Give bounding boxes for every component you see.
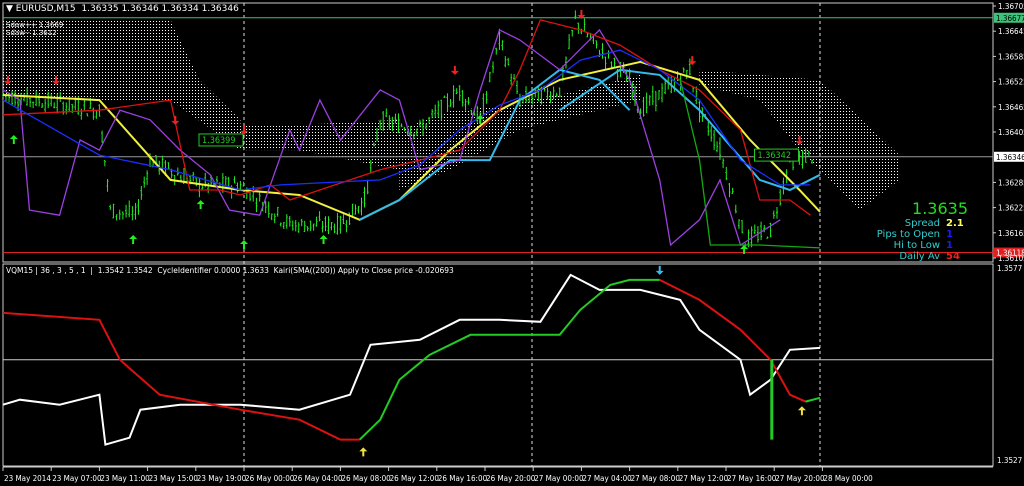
time-tick-label: 23 May 15:00 <box>149 474 199 483</box>
info-label: Pips to Open <box>876 229 940 240</box>
buy-arrow-icon <box>319 234 328 244</box>
time-tick-label: 23 May 11:00 <box>100 474 150 483</box>
price-tick-label: 1.36585 <box>998 52 1024 61</box>
time-tick-label: 27 May 00:00 <box>534 474 584 483</box>
info-label: Hi to Low <box>893 240 940 251</box>
price-tag: 1.36399 <box>202 136 235 146</box>
indicator-cycle-red-1 <box>2 311 360 441</box>
time-tick-label: 23 May 2014 <box>4 474 51 483</box>
price-tick-label: 1.36705 <box>998 2 1024 11</box>
time-tick-label: 23 May 19:00 <box>197 474 247 483</box>
indicator-up-arrow-icon <box>359 447 368 457</box>
indicator-cycle-red-2 <box>659 279 806 403</box>
time-tick-label: 26 May 16:00 <box>438 474 488 483</box>
indicator-tick-label: 1.3577 <box>997 264 1022 273</box>
price-tick-label: 1.36465 <box>998 103 1024 112</box>
time-tick-label: 26 May 08:00 <box>341 474 391 483</box>
time-tick-label: 26 May 00:00 <box>245 474 295 483</box>
buy-arrow-icon <box>240 239 248 249</box>
info-row: Spread 2.1 <box>877 218 968 229</box>
price-line-label: 1.36677 <box>996 14 1024 23</box>
indicator-down-arrow-icon <box>655 265 664 275</box>
price-tag: 1.36342 <box>758 151 791 161</box>
symbol: EURUSD,M15 <box>15 4 76 14</box>
time-tick-label: 26 May 12:00 <box>390 474 440 483</box>
time-tick-label: 27 May 08:00 <box>631 474 681 483</box>
time-tick-label: 27 May 04:00 <box>582 474 632 483</box>
chart-title: ▼ EURUSD,M15 1.36335 1.36346 1.36334 1.3… <box>6 4 239 14</box>
current-price: 1.3635 <box>912 199 968 218</box>
indicator-up-arrow-icon <box>797 406 806 416</box>
collapse-icon[interactable]: ▼ <box>6 4 16 14</box>
buy-arrow-icon <box>9 134 18 144</box>
price-line-label: 1.36346 <box>996 153 1024 162</box>
time-tick-label: 26 May 20:00 <box>486 474 536 483</box>
sdaw-upper: Sdaw++ 1.3669 <box>6 21 64 29</box>
price-tick-label: 1.36225 <box>998 204 1024 213</box>
info-row: Pips to Open 1 <box>877 229 968 240</box>
info-value: 54 <box>946 251 960 262</box>
ichimoku-cloud <box>3 19 241 151</box>
sdaw-labels: Sdaw++ 1.3669 Sdaw-- 1.3612 <box>6 21 63 37</box>
buy-arrow-icon <box>129 234 138 244</box>
time-tick-label: 27 May 20:00 <box>775 474 825 483</box>
price-tick-label: 1.36285 <box>998 178 1024 187</box>
time-tick-label: 28 May 00:00 <box>823 474 873 483</box>
info-panel: 1.3635 Spread 2.1 Pips to Open 1 Hi to Low 1 D… <box>877 199 968 263</box>
sell-arrow-icon <box>171 115 180 125</box>
sdaw-lower: Sdaw-- 1.3612 <box>6 29 57 37</box>
indicator-series <box>2 273 993 446</box>
buy-arrow-icon <box>196 200 205 210</box>
info-label: Daily Av <box>899 251 940 262</box>
price-tick-label: 1.36105 <box>998 254 1024 263</box>
price-tick-label: 1.36165 <box>998 229 1024 238</box>
price-tick-label: 1.36645 <box>998 27 1024 36</box>
period-separators <box>243 3 821 466</box>
time-tick-label: 27 May 12:00 <box>679 474 729 483</box>
info-label: Spread <box>904 218 940 229</box>
chart-canvas[interactable]: 1.366771.363461.36118 1.363991.36342 1.3… <box>0 0 1024 486</box>
indicator-panel-border <box>2 263 994 467</box>
indicator-header: VQM15 | 36 , 3 , 5 , 1 | 1.3542 1.3542 C… <box>6 266 454 275</box>
info-value: 1 <box>946 240 953 251</box>
info-value: 1 <box>946 229 953 240</box>
info-row: Daily Av 54 <box>877 251 968 262</box>
time-tick-label: 23 May 07:00 <box>52 474 102 483</box>
time-tick-label: 26 May 04:00 <box>293 474 343 483</box>
ichimoku-cloud <box>399 105 520 190</box>
indicator-tick-label: 1.3527 <box>997 456 1022 465</box>
info-row: Hi to Low 1 <box>877 240 968 251</box>
info-value: 2.1 <box>946 218 964 229</box>
price-tick-label: 1.36405 <box>998 128 1024 137</box>
price-tick-label: 1.36525 <box>998 78 1024 87</box>
sell-arrow-icon <box>450 65 459 75</box>
ohlc-values: 1.36335 1.36346 1.36334 1.36346 <box>81 4 239 14</box>
ichimoku-cloud <box>240 119 400 170</box>
indicator-cycle-green-2 <box>805 396 821 403</box>
time-tick-label: 27 May 16:00 <box>727 474 777 483</box>
